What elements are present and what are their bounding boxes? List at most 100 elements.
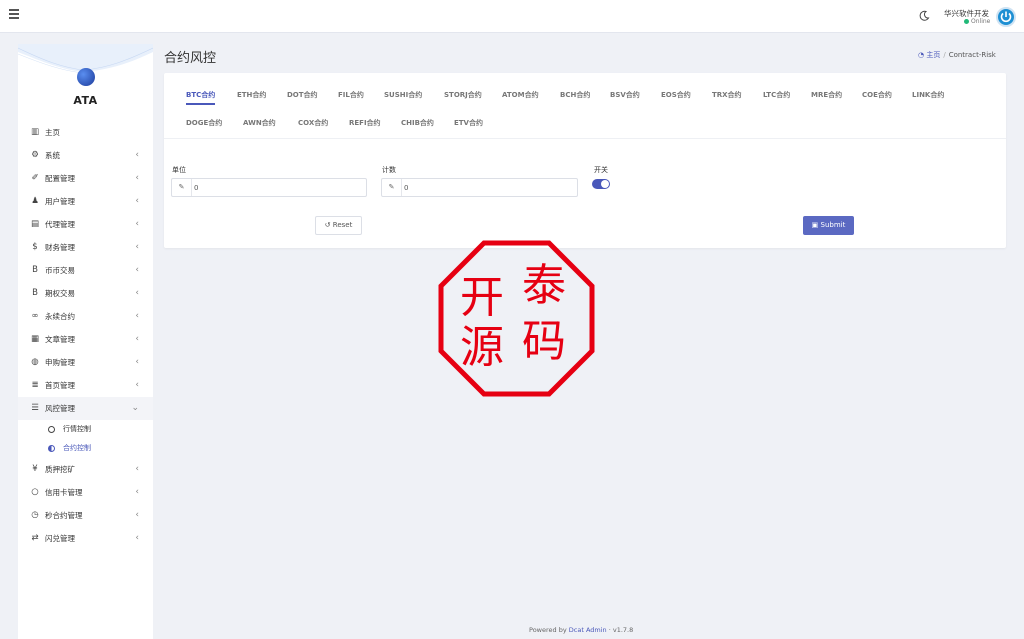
- gear-icon: ⚙: [31, 150, 39, 160]
- contract-risk-card: BTC合约 ETH合约 DOT合约 FIL合约 SUSHI合约 STORJ合约 ATOM合约…: [164, 73, 1006, 248]
- tab-contract[interactable]: SUSHI合约: [384, 85, 422, 105]
- sidebar-item[interactable]: ∞ 永续合约 ‹: [18, 305, 153, 328]
- sidebar-item[interactable]: ◍ 申购管理 ‹: [18, 351, 153, 374]
- stamp-char: 泰: [522, 260, 566, 311]
- menu-toggle-icon[interactable]: [9, 9, 19, 21]
- sidebar-item-label: 主页: [45, 128, 60, 137]
- page-title: 合约风控: [164, 51, 217, 66]
- sidebar-item-label: 闪兑管理: [45, 534, 75, 543]
- count-field: ✎: [381, 178, 578, 197]
- switch-label: 开关: [594, 166, 608, 174]
- tab-contract[interactable]: COE合约: [862, 85, 892, 105]
- unit-input[interactable]: [194, 180, 362, 195]
- sidebar-item[interactable]: ≣ 首页管理 ‹: [18, 374, 153, 397]
- sidebar-subitem[interactable]: 合约控制: [18, 439, 153, 458]
- id-card-icon: ▤: [30, 219, 40, 229]
- chevron-icon: ‹: [135, 242, 139, 252]
- tab-contract[interactable]: BCH合约: [560, 85, 590, 105]
- sidebar-item-label: 期权交易: [45, 289, 75, 298]
- avatar[interactable]: [996, 7, 1016, 27]
- breadcrumb-separator: /: [943, 51, 946, 59]
- tab-contract[interactable]: AWN合约: [243, 113, 276, 133]
- sidebar-item-label: 配置管理: [45, 174, 75, 183]
- watermark-stamp: 开 泰 源 码: [438, 240, 595, 397]
- submit-label: Submit: [820, 221, 846, 229]
- sidebar-item[interactable]: ⇄ 闪兑管理 ‹: [18, 527, 153, 550]
- sidebar-item[interactable]: ☰ 风控管理 ⌄: [18, 397, 153, 420]
- sidebar-item[interactable]: ○ 信用卡管理 ‹: [18, 481, 153, 504]
- sidebar-subitem-label: 行情控制: [63, 425, 91, 433]
- tab-contract[interactable]: DOGE合约: [186, 113, 222, 133]
- chevron-icon: ‹: [135, 311, 139, 321]
- breadcrumb: ◔ 主页 / Contract-Risk: [918, 50, 996, 60]
- switch-toggle[interactable]: [592, 179, 610, 189]
- newspaper-icon: ▦: [30, 334, 40, 344]
- sidebar-item[interactable]: ▦ 文章管理 ‹: [18, 328, 153, 351]
- pencil-icon: ✎: [172, 179, 192, 196]
- tab-contract[interactable]: CHIB合约: [401, 113, 434, 133]
- dark-mode-icon[interactable]: [918, 10, 930, 22]
- user-status-text: Online: [971, 18, 991, 25]
- save-icon: ▣: [811, 221, 819, 229]
- sidebar-item[interactable]: ◷ 秒合约管理 ‹: [18, 504, 153, 527]
- contract-tabs: BTC合约 ETH合约 DOT合约 FIL合约 SUSHI合约 STORJ合约 ATOM合约…: [164, 73, 1006, 139]
- reset-button[interactable]: ↺ Reset: [315, 216, 362, 235]
- tab-contract[interactable]: ETH合约: [237, 85, 266, 105]
- footer-version: v1.7.8: [612, 626, 634, 634]
- tab-contract[interactable]: ETV合约: [454, 113, 483, 133]
- chevron-icon: ‹: [135, 173, 139, 183]
- tab-contract[interactable]: TRX合约: [712, 85, 742, 105]
- dollar-icon: $: [32, 242, 38, 252]
- sidebar-item-label: 风控管理: [45, 404, 75, 413]
- circle-icon: [48, 426, 55, 433]
- sidebar-item[interactable]: ✐ 配置管理 ‹: [18, 167, 153, 190]
- sidebar-item-label: 质押挖矿: [45, 465, 75, 474]
- submit-button[interactable]: ▣ Submit: [803, 216, 854, 235]
- sidebar-item-label: 币币交易: [45, 266, 75, 275]
- sidebar-item[interactable]: ⚙ 系统 ‹: [18, 144, 153, 167]
- tab-contract[interactable]: STORJ合约: [444, 85, 482, 105]
- users-icon: ♟: [31, 196, 39, 206]
- tab-contract[interactable]: DOT合约: [287, 85, 318, 105]
- sidebar-subitem[interactable]: 行情控制: [18, 420, 153, 439]
- sidebar-item[interactable]: ▤ 代理管理 ‹: [18, 213, 153, 236]
- sidebar-menu: ▥ 主页 ⚙ 系统 ‹ ✐ 配置管理 ‹ ♟ 用户管理 ‹ ▤ 代理管理 ‹ $ 财务管理 ‹ B 币币交易 ‹ B 期权…: [18, 121, 153, 550]
- sidebar-item[interactable]: B 期权交易 ‹: [18, 282, 153, 305]
- sidebar-item-label: 财务管理: [45, 243, 75, 252]
- tab-contract[interactable]: MRE合约: [811, 85, 842, 105]
- chevron-icon: ⌄: [131, 403, 139, 413]
- bar-chart-icon: ▥: [30, 127, 40, 137]
- link-icon: ∞: [31, 311, 39, 321]
- bitcoin-icon: B: [32, 288, 38, 298]
- bitcoin-icon: B: [32, 265, 38, 275]
- tab-contract[interactable]: REFI合约: [349, 113, 381, 133]
- footer-link[interactable]: Dcat Admin: [569, 626, 607, 634]
- tab-contract[interactable]: LTC合约: [763, 85, 790, 105]
- chevron-icon: ‹: [135, 510, 139, 520]
- sidebar-item[interactable]: ¥ 质押挖矿 ‹: [18, 458, 153, 481]
- chevron-icon: ‹: [135, 487, 139, 497]
- sidebar: ATA ▥ 主页 ⚙ 系统 ‹ ✐ 配置管理 ‹ ♟ 用户管理 ‹ ▤ 代理管理 ‹ $ 财务管理 ‹ B 币币交易…: [18, 44, 153, 639]
- top-navbar: 华兴软件开发 Online: [0, 0, 1024, 33]
- sidebar-item[interactable]: $ 财务管理 ‹: [18, 236, 153, 259]
- chevron-icon: ‹: [135, 357, 139, 367]
- chevron-icon: ‹: [135, 219, 139, 229]
- tab-contract[interactable]: EOS合约: [661, 85, 691, 105]
- list-icon: ≣: [31, 380, 39, 390]
- breadcrumb-home[interactable]: ◔ 主页: [918, 51, 940, 59]
- tab-contract[interactable]: COX合约: [298, 113, 328, 133]
- tab-contract[interactable]: BTC合约: [186, 85, 216, 105]
- sidebar-item-label: 文章管理: [45, 335, 75, 344]
- sidebar-item[interactable]: ♟ 用户管理 ‹: [18, 190, 153, 213]
- sidebar-item-label: 秒合约管理: [45, 511, 83, 520]
- sidebar-item[interactable]: ▥ 主页: [18, 121, 153, 144]
- tab-contract[interactable]: LINK合约: [912, 85, 944, 105]
- tab-contract[interactable]: BSV合约: [610, 85, 640, 105]
- circle-icon: [48, 445, 55, 452]
- chevron-icon: ‹: [135, 533, 139, 543]
- sidebar-item[interactable]: B 币币交易 ‹: [18, 259, 153, 282]
- tab-contract[interactable]: ATOM合约: [502, 85, 539, 105]
- count-input[interactable]: [404, 180, 573, 195]
- tab-contract[interactable]: FIL合约: [338, 85, 364, 105]
- count-label: 计数: [382, 166, 396, 174]
